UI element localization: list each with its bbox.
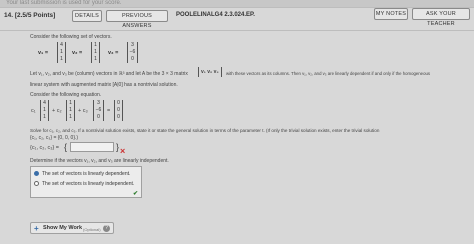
v3-label: v₃ = xyxy=(108,50,119,56)
plus-icon: + xyxy=(34,224,39,233)
determine-text: Determine if the vectors v₁, v₂, and v₃ … xyxy=(30,158,169,164)
eq-v1-entry: 1 xyxy=(43,114,46,120)
para1-line1: Let v₁, v₂, and v₃ be (column) vectors i… xyxy=(30,71,188,77)
answer-label: {c₁, c₂, c₃} = xyxy=(30,145,60,151)
eq-zero-vector: 0 0 0 xyxy=(114,100,123,121)
incorrect-icon: × xyxy=(120,146,126,156)
para1-line2: linear system with augmented matrix [A|0… xyxy=(30,82,178,88)
solve-line2: {c₁, c₂, c₃} = {0, 0, 0}.) xyxy=(30,135,79,141)
intro-text: Consider the following set of vectors. xyxy=(30,34,112,40)
choice-independent[interactable]: The set of vectors is linearly independe… xyxy=(34,181,134,187)
eq-equals: = xyxy=(107,108,111,114)
solve-line1: Solve for c₁, c₂, and c₃. If a nontrivia… xyxy=(30,128,380,133)
consider-equation: Consider the following equation. xyxy=(30,92,102,98)
eq-v2: 1 1 1 xyxy=(66,100,75,121)
eq-v2-entry: 1 xyxy=(69,100,72,106)
eq-v3-entry: 3 xyxy=(97,100,100,106)
v2-entry: 1 xyxy=(94,56,97,62)
v1-label: v₁ = xyxy=(38,50,49,56)
problem-code: POOLELINALG4 2.3.024.EP. xyxy=(176,12,255,18)
correct-check-icon: ✔ xyxy=(133,191,139,197)
answer-brace-open: { xyxy=(64,142,68,152)
v1-entry: 1 xyxy=(60,56,63,62)
choice-dependent-label: The set of vectors is linearly dependent… xyxy=(42,171,131,177)
radio-selected-icon[interactable] xyxy=(34,171,39,177)
eq-zero-entry: 0 xyxy=(117,100,120,106)
eq-zero-entry: 0 xyxy=(117,107,120,113)
v1-vector: 4 1 1 xyxy=(57,42,66,63)
v3-entry: 0 xyxy=(131,56,134,62)
choice-group: The set of vectors is linearly dependent… xyxy=(30,166,142,198)
v1-entry: 1 xyxy=(60,49,63,55)
v1-entry: 4 xyxy=(60,42,63,48)
show-my-work-optional: (Optional) xyxy=(83,226,101,232)
eq-v1: 4 1 1 xyxy=(40,100,49,121)
v3-vector: 3 −6 0 xyxy=(127,42,138,63)
my-notes-button[interactable]: MY NOTES xyxy=(374,8,408,20)
ask-teacher-button[interactable]: ASK YOUR TEACHER xyxy=(412,8,470,27)
eq-v1-entry: 4 xyxy=(43,100,46,106)
eq-v3-entry: −6 xyxy=(95,107,102,113)
eq-c3: + c₃ xyxy=(78,108,88,114)
v2-entry: 1 xyxy=(94,42,97,48)
eq-zero-entry: 0 xyxy=(117,114,120,120)
v3-entry: 3 xyxy=(131,42,134,48)
v2-entry: 1 xyxy=(94,49,97,55)
eq-v3-entry: 0 xyxy=(97,114,100,120)
top-strip: Your last submission is used for your sc… xyxy=(0,0,474,7)
eq-v2-entry: 1 xyxy=(69,114,72,120)
eq-v1-entry: 1 xyxy=(43,107,46,113)
radio-icon[interactable] xyxy=(34,181,39,187)
details-button[interactable]: DETAILS xyxy=(72,10,102,22)
choice-independent-label: The set of vectors is linearly independe… xyxy=(42,181,135,187)
header-divider xyxy=(0,30,474,31)
choice-dependent[interactable]: The set of vectors is linearly dependent… xyxy=(34,171,130,177)
answer-input[interactable] xyxy=(70,142,114,152)
v3-entry: −6 xyxy=(129,49,136,55)
eq-c1: c₁ xyxy=(31,108,36,114)
v2-label: v₂ = xyxy=(72,50,83,56)
para1-line1b: with these vectors as its columns. Then … xyxy=(226,71,430,76)
matrix-A: v₁ v₂ v₃ xyxy=(198,67,222,77)
eq-v2-entry: 1 xyxy=(69,107,72,113)
question-number: 14. [2.5/5 Points] xyxy=(4,12,56,19)
help-icon[interactable]: ? xyxy=(103,225,110,232)
previous-answers-button[interactable]: PREVIOUS ANSWERS xyxy=(106,10,168,29)
v2-vector: 1 1 1 xyxy=(91,42,100,63)
answer-brace-close: } xyxy=(116,142,120,152)
eq-c2: + c₂ xyxy=(52,108,62,114)
show-my-work-button[interactable]: + Show My Work (Optional) ? xyxy=(30,222,114,234)
show-my-work-label: Show My Work xyxy=(43,225,83,231)
question-card xyxy=(0,7,474,244)
eq-v3: 3 −6 0 xyxy=(93,100,104,121)
